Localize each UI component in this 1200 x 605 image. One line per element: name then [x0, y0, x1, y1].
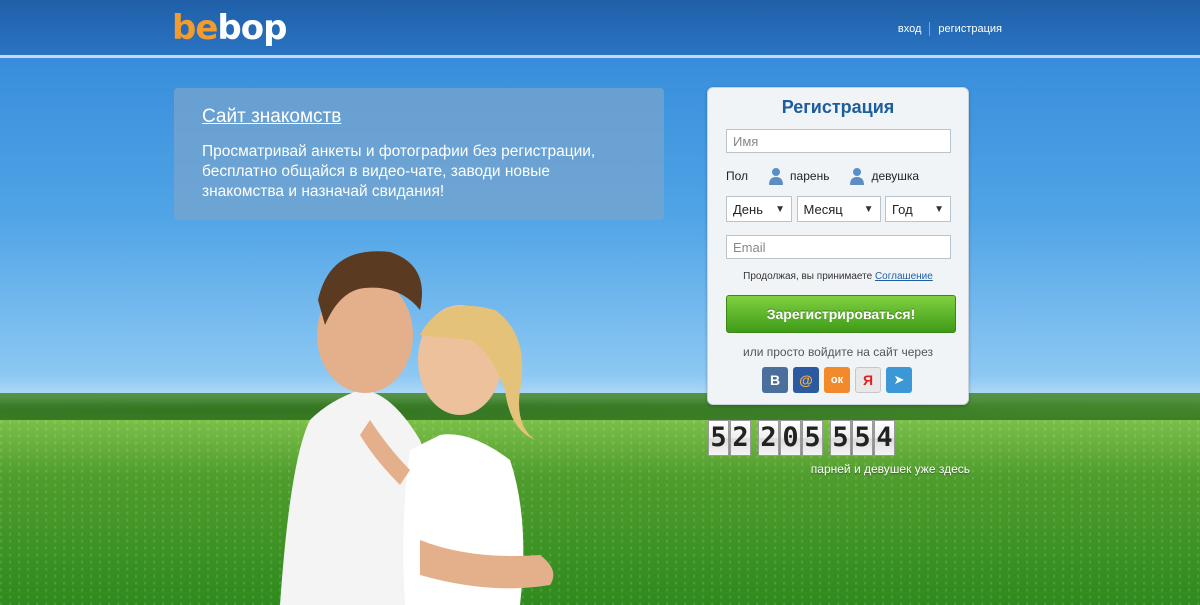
social-login-text: или просто войдите на сайт через: [742, 345, 933, 359]
agreement-link[interactable]: Соглашение: [875, 271, 933, 282]
female-person-icon: [850, 168, 865, 185]
link-divider: [929, 22, 931, 36]
social-login-buttons: В @ ок Я ➤: [762, 367, 917, 393]
counter-group: 5 5 4: [830, 420, 896, 456]
chevron-down-icon: ▼: [863, 203, 874, 215]
counter-group: 2 0 5: [758, 420, 824, 456]
registration-title: Регистрация: [781, 97, 895, 117]
counter-group: 5 2: [708, 420, 752, 456]
counter-caption: парней и девушек уже здесь: [810, 462, 970, 476]
couple-photo: [280, 251, 554, 605]
register-button[interactable]: Зарегистрироваться!: [726, 295, 956, 333]
tree-line: [0, 393, 1200, 423]
male-person-icon: [769, 168, 784, 185]
gender-row: Пол парень девушка: [726, 166, 951, 186]
gender-male-label: парень: [790, 169, 830, 183]
grass-field: [0, 420, 1200, 605]
counter-digit: 4: [874, 420, 895, 456]
mailru-icon[interactable]: @: [793, 367, 819, 393]
counter-digit: 0: [780, 420, 801, 456]
promo-text: Просматривай анкеты и фотографии без рег…: [202, 143, 596, 200]
vk-icon[interactable]: В: [762, 367, 788, 393]
counter-digit: 2: [758, 420, 779, 456]
birthdate-selects: День ▼ Месяц ▼ Год ▼: [726, 196, 951, 222]
member-counter: 5 2 2 0 5 5 5 4: [708, 420, 902, 456]
day-select[interactable]: День ▼: [726, 196, 792, 222]
counter-digit: 5: [852, 420, 873, 456]
register-link[interactable]: регистрация: [938, 23, 1002, 35]
top-links: вход регистрация: [898, 22, 1002, 36]
gender-female-label: девушка: [871, 169, 920, 183]
gender-female-option[interactable]: девушка: [849, 167, 919, 185]
counter-digit: 5: [830, 420, 851, 456]
counter-digit: 5: [802, 420, 823, 456]
promo-title[interactable]: Сайт знакомств: [202, 106, 636, 128]
header: bebop вход регистрация: [0, 0, 1200, 58]
counter-digit: 2: [730, 420, 751, 456]
chevron-down-icon: ▼: [934, 203, 944, 215]
odnoklassniki-icon[interactable]: ок: [824, 367, 850, 393]
registration-card: Регистрация Пол парень девушка День▼ Мес…: [707, 87, 969, 405]
bebop-logo[interactable]: bebop: [172, 8, 287, 48]
promo-box: Сайт знакомств Просматривай анкеты и фот…: [174, 88, 664, 220]
telegram-icon[interactable]: ➤: [886, 367, 912, 393]
name-field[interactable]: [726, 129, 951, 153]
yandex-icon[interactable]: Я: [855, 367, 881, 393]
email-field[interactable]: [726, 235, 951, 259]
month-select[interactable]: Месяц ▼: [796, 196, 881, 222]
counter-digit: 5: [708, 420, 729, 456]
gender-male-option[interactable]: парень: [768, 167, 829, 185]
gender-label: Пол: [726, 169, 749, 183]
chevron-down-icon: ▼: [775, 203, 785, 215]
agreement-text: Продолжая, вы принимаете Соглашение: [743, 271, 933, 282]
login-link[interactable]: вход: [898, 23, 922, 35]
year-select[interactable]: Год ▼: [885, 196, 951, 222]
